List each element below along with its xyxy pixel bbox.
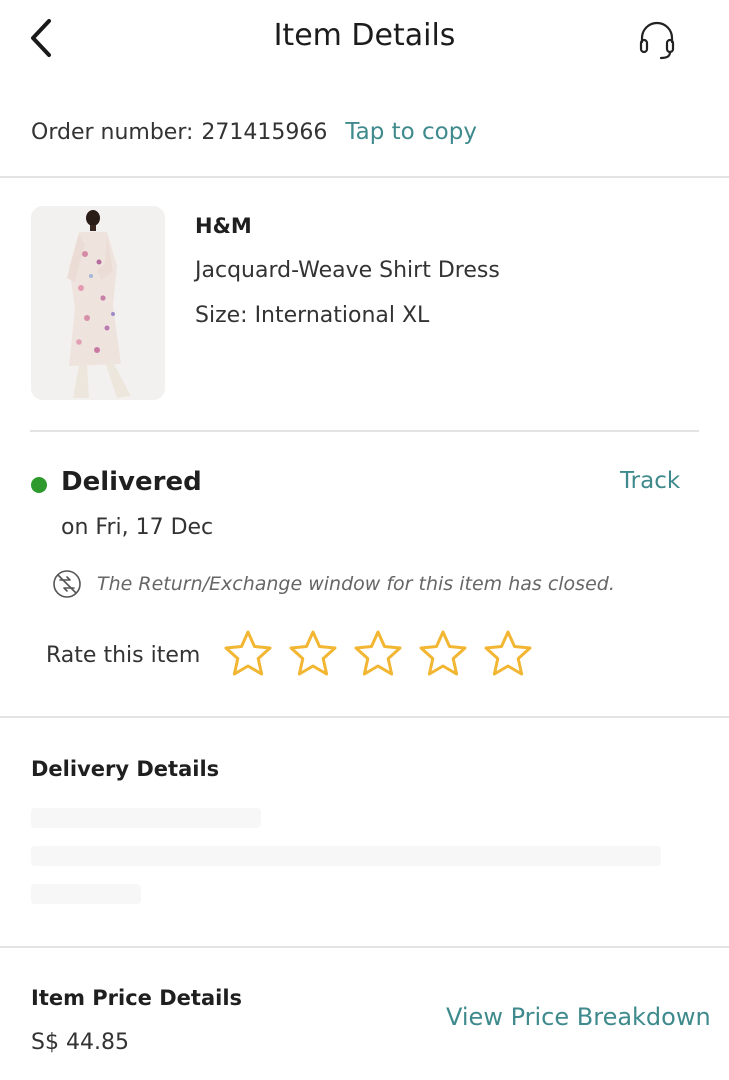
status-dot xyxy=(31,477,47,493)
product-image[interactable] xyxy=(31,206,165,400)
product-size: Size: International XL xyxy=(195,303,430,328)
top-bar: Item Details xyxy=(0,0,729,80)
divider xyxy=(30,430,699,432)
customer-support-button[interactable] xyxy=(632,16,682,62)
delivery-date: on Fri, 17 Dec xyxy=(61,515,214,540)
delivery-status: Delivered xyxy=(61,467,202,497)
product-name[interactable]: Jacquard-Weave Shirt Dress xyxy=(195,258,500,283)
dress-model-image xyxy=(31,206,165,400)
star-icon[interactable] xyxy=(417,628,469,680)
divider xyxy=(0,716,729,718)
star-icon[interactable] xyxy=(352,628,404,680)
page-title: Item Details xyxy=(273,18,456,53)
view-price-breakdown-link[interactable]: View Price Breakdown xyxy=(446,1003,711,1031)
track-link[interactable]: Track xyxy=(620,468,680,494)
redacted-address xyxy=(31,846,661,866)
item-price-heading: Item Price Details xyxy=(31,986,243,1010)
star-icon[interactable] xyxy=(482,628,534,680)
return-closed-icon xyxy=(53,570,81,598)
order-number-label: Order number: xyxy=(31,119,194,145)
delivery-details-heading: Delivery Details xyxy=(31,757,220,781)
divider xyxy=(0,946,729,948)
return-window-notice: The Return/Exchange window for this item… xyxy=(97,573,615,595)
item-price-value: S$ 44.85 xyxy=(31,1030,129,1055)
product-brand: H&M xyxy=(195,214,252,238)
redacted-postcode xyxy=(31,884,141,904)
order-number-row: Order number: 271415966 Tap to copy xyxy=(31,112,477,152)
divider xyxy=(0,176,729,178)
order-number-value: 271415966 xyxy=(201,119,328,145)
star-icon[interactable] xyxy=(287,628,339,680)
headset-icon xyxy=(639,21,675,60)
redacted-recipient xyxy=(31,808,261,828)
rate-item-label: Rate this item xyxy=(46,643,201,668)
star-rating xyxy=(222,628,547,680)
tap-to-copy-link[interactable]: Tap to copy xyxy=(345,119,477,145)
star-icon[interactable] xyxy=(222,628,274,680)
